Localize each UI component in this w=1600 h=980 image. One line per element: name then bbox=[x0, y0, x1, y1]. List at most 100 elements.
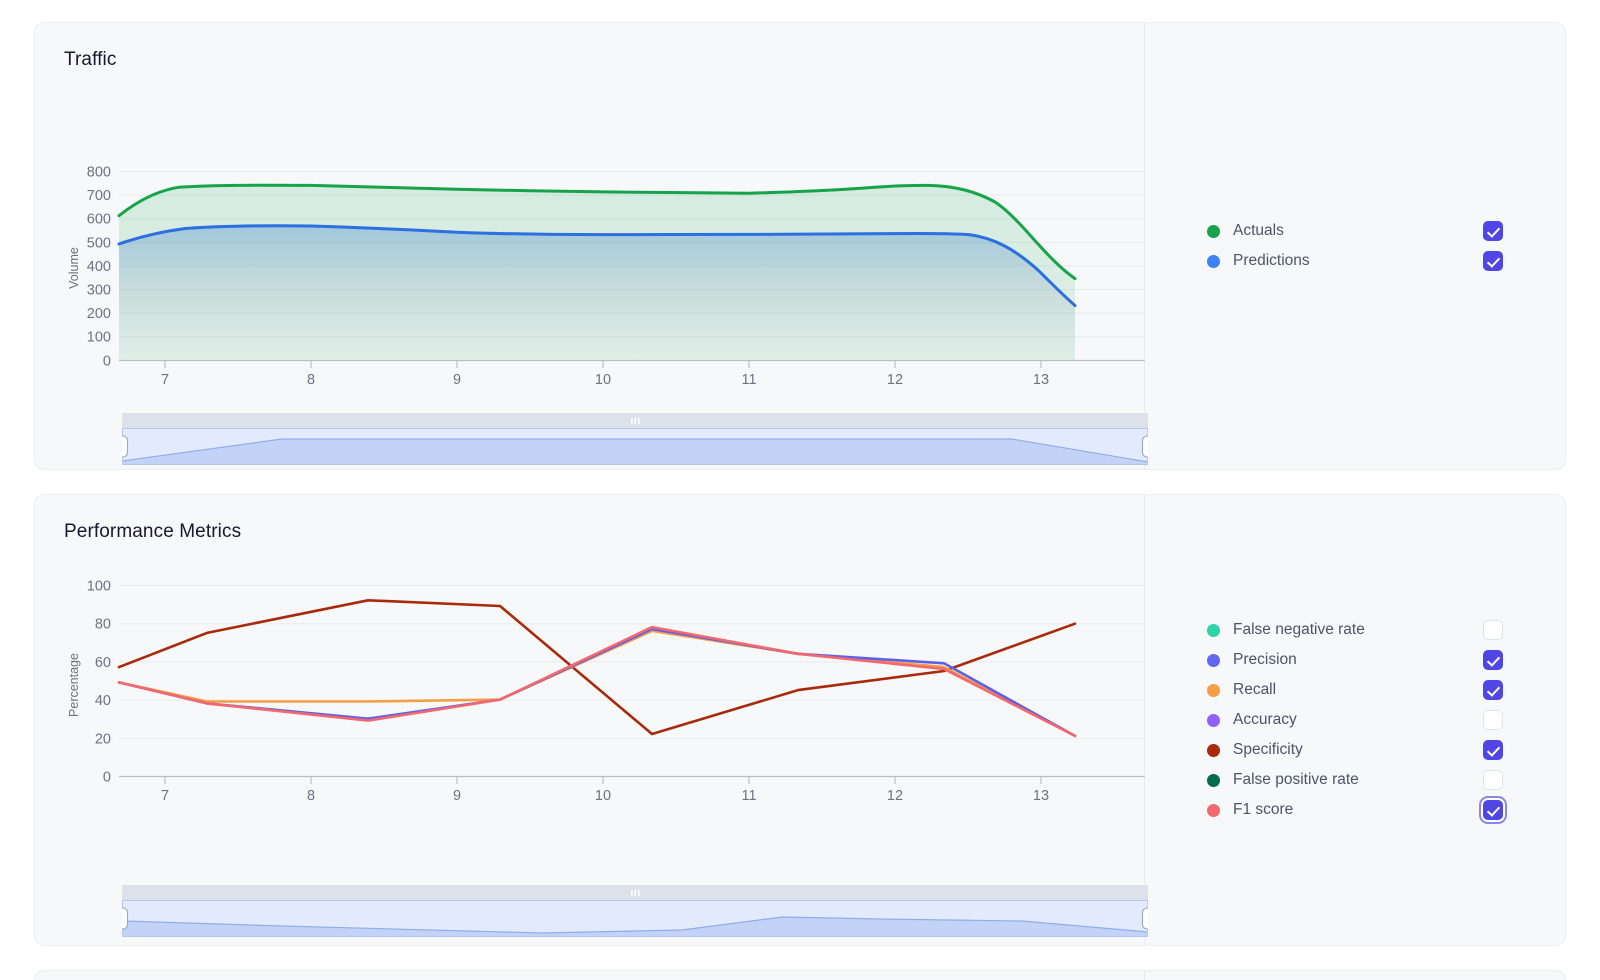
performance-x-tick-labels: 7 8 9 10 11 12 13 bbox=[161, 788, 1049, 804]
series-color-dot-icon bbox=[1207, 653, 1220, 667]
performance-legend-pane: False negative rate Precision Recall Acc… bbox=[1145, 495, 1565, 945]
svg-text:200: 200 bbox=[87, 306, 111, 322]
legend-label: Precision bbox=[1233, 651, 1297, 668]
legend-checkbox-predictions[interactable] bbox=[1483, 251, 1503, 271]
performance-line-recall bbox=[117, 629, 1077, 738]
legend-label: False negative rate bbox=[1233, 621, 1365, 638]
svg-text:12: 12 bbox=[887, 788, 903, 804]
svg-text:400: 400 bbox=[87, 259, 111, 275]
legend-checkbox-false-negative-rate[interactable] bbox=[1483, 620, 1503, 640]
performance-x-ticks bbox=[164, 776, 1042, 784]
series-color-dot-icon bbox=[1207, 623, 1220, 637]
performance-gridlines bbox=[119, 585, 1145, 739]
svg-text:10: 10 bbox=[595, 372, 611, 388]
traffic-predictions-area bbox=[119, 225, 1075, 361]
series-color-dot-icon bbox=[1207, 224, 1220, 238]
legend-item-false-negative-rate[interactable]: False negative rate bbox=[1205, 615, 1505, 645]
legend-item-accuracy[interactable]: Accuracy bbox=[1205, 705, 1505, 735]
legend-checkbox-actuals[interactable] bbox=[1483, 221, 1503, 241]
svg-text:100: 100 bbox=[87, 330, 111, 346]
svg-text:11: 11 bbox=[741, 788, 756, 804]
svg-text:40: 40 bbox=[95, 693, 111, 709]
series-color-dot-icon bbox=[1207, 683, 1220, 697]
legend-checkbox-specificity[interactable] bbox=[1483, 740, 1503, 760]
svg-text:13: 13 bbox=[1033, 788, 1049, 804]
legend-checkbox-precision[interactable] bbox=[1483, 650, 1503, 670]
next-card-legend-pane bbox=[1145, 971, 1565, 980]
svg-text:100: 100 bbox=[87, 579, 111, 595]
performance-line-f1-score bbox=[117, 625, 1077, 738]
performance-y-tick-labels: 100 80 60 40 20 0 bbox=[87, 579, 111, 786]
performance-brush-handle-left[interactable] bbox=[122, 907, 129, 930]
svg-text:9: 9 bbox=[453, 372, 461, 388]
legend-checkbox-false-positive-rate[interactable] bbox=[1483, 770, 1503, 790]
legend-label: F1 score bbox=[1233, 801, 1294, 818]
performance-plot-svg: 100 80 60 40 20 0 Percentage 7 8 9 10 11… bbox=[67, 579, 1145, 804]
performance-plot: 100 80 60 40 20 0 Percentage 7 8 9 10 11… bbox=[35, 495, 1145, 945]
svg-text:80: 80 bbox=[95, 617, 111, 633]
traffic-brush-handle-left[interactable] bbox=[122, 435, 129, 458]
legend-item-specificity[interactable]: Specificity bbox=[1205, 735, 1505, 765]
traffic-brush-grip-icon bbox=[631, 418, 640, 424]
svg-text:0: 0 bbox=[103, 353, 111, 369]
next-card-chart-pane bbox=[35, 971, 1145, 980]
legend-checkbox-recall[interactable] bbox=[1483, 680, 1503, 700]
svg-text:20: 20 bbox=[95, 731, 111, 747]
performance-chart-pane: Performance Metrics 100 80 60 40 20 0 Pe… bbox=[35, 495, 1148, 945]
svg-text:0: 0 bbox=[103, 770, 111, 786]
legend-label: False positive rate bbox=[1233, 771, 1359, 788]
legend-label: Accuracy bbox=[1233, 711, 1297, 728]
performance-y-axis-title: Percentage bbox=[67, 653, 81, 717]
performance-range-selector[interactable] bbox=[122, 885, 1148, 937]
traffic-brush-overview-area bbox=[122, 439, 1148, 465]
svg-text:9: 9 bbox=[453, 788, 461, 804]
traffic-y-axis-title: Volume bbox=[67, 247, 81, 289]
performance-legend: False negative rate Precision Recall Acc… bbox=[1205, 615, 1505, 825]
svg-text:600: 600 bbox=[87, 212, 111, 228]
svg-text:12: 12 bbox=[887, 372, 903, 388]
svg-text:13: 13 bbox=[1033, 372, 1049, 388]
traffic-range-selector-svg[interactable] bbox=[122, 413, 1148, 465]
series-color-dot-icon bbox=[1207, 254, 1220, 268]
legend-label: Predictions bbox=[1233, 252, 1310, 269]
legend-item-false-positive-rate[interactable]: False positive rate bbox=[1205, 765, 1505, 795]
legend-checkbox-f1-score[interactable] bbox=[1483, 800, 1503, 820]
series-color-dot-icon bbox=[1207, 743, 1220, 757]
svg-text:10: 10 bbox=[595, 788, 611, 804]
performance-metrics-card: Performance Metrics 100 80 60 40 20 0 Pe… bbox=[34, 494, 1566, 946]
svg-text:700: 700 bbox=[87, 188, 111, 204]
svg-text:8: 8 bbox=[307, 372, 315, 388]
legend-item-recall[interactable]: Recall bbox=[1205, 675, 1505, 705]
performance-range-selector-svg[interactable] bbox=[122, 885, 1148, 937]
dashboard-page: Traffic 800 700 600 500 400 300 200 100 … bbox=[0, 0, 1600, 980]
svg-text:8: 8 bbox=[307, 788, 315, 804]
traffic-chart-pane: Traffic 800 700 600 500 400 300 200 100 … bbox=[35, 23, 1148, 469]
traffic-legend-pane: Actuals Predictions bbox=[1145, 23, 1565, 469]
traffic-card: Traffic 800 700 600 500 400 300 200 100 … bbox=[34, 22, 1566, 470]
legend-label: Recall bbox=[1233, 681, 1277, 698]
traffic-range-selector[interactable] bbox=[122, 413, 1148, 465]
series-color-dot-icon bbox=[1207, 803, 1220, 817]
legend-item-precision[interactable]: Precision bbox=[1205, 645, 1505, 675]
traffic-plot-svg: 800 700 600 500 400 300 200 100 0 Volume bbox=[67, 165, 1145, 388]
svg-text:11: 11 bbox=[741, 372, 756, 388]
svg-text:300: 300 bbox=[87, 283, 111, 299]
next-card-partial bbox=[34, 970, 1566, 980]
legend-item-predictions[interactable]: Predictions bbox=[1205, 246, 1505, 276]
legend-item-actuals[interactable]: Actuals bbox=[1205, 216, 1505, 246]
svg-text:7: 7 bbox=[161, 788, 169, 804]
svg-text:60: 60 bbox=[95, 655, 111, 671]
traffic-legend: Actuals Predictions bbox=[1205, 216, 1505, 276]
traffic-x-ticks bbox=[164, 360, 1042, 368]
traffic-plot: 800 700 600 500 400 300 200 100 0 Volume bbox=[35, 23, 1145, 469]
traffic-y-tick-labels: 800 700 600 500 400 300 200 100 0 bbox=[87, 165, 111, 370]
svg-text:500: 500 bbox=[87, 235, 111, 251]
legend-checkbox-accuracy[interactable] bbox=[1483, 710, 1503, 730]
legend-label: Specificity bbox=[1233, 741, 1303, 758]
legend-label: Actuals bbox=[1233, 222, 1284, 239]
series-color-dot-icon bbox=[1207, 713, 1220, 727]
performance-brush-grip-icon bbox=[631, 890, 640, 896]
svg-text:7: 7 bbox=[161, 372, 169, 388]
legend-item-f1-score[interactable]: F1 score bbox=[1205, 795, 1505, 825]
svg-text:800: 800 bbox=[87, 165, 111, 181]
